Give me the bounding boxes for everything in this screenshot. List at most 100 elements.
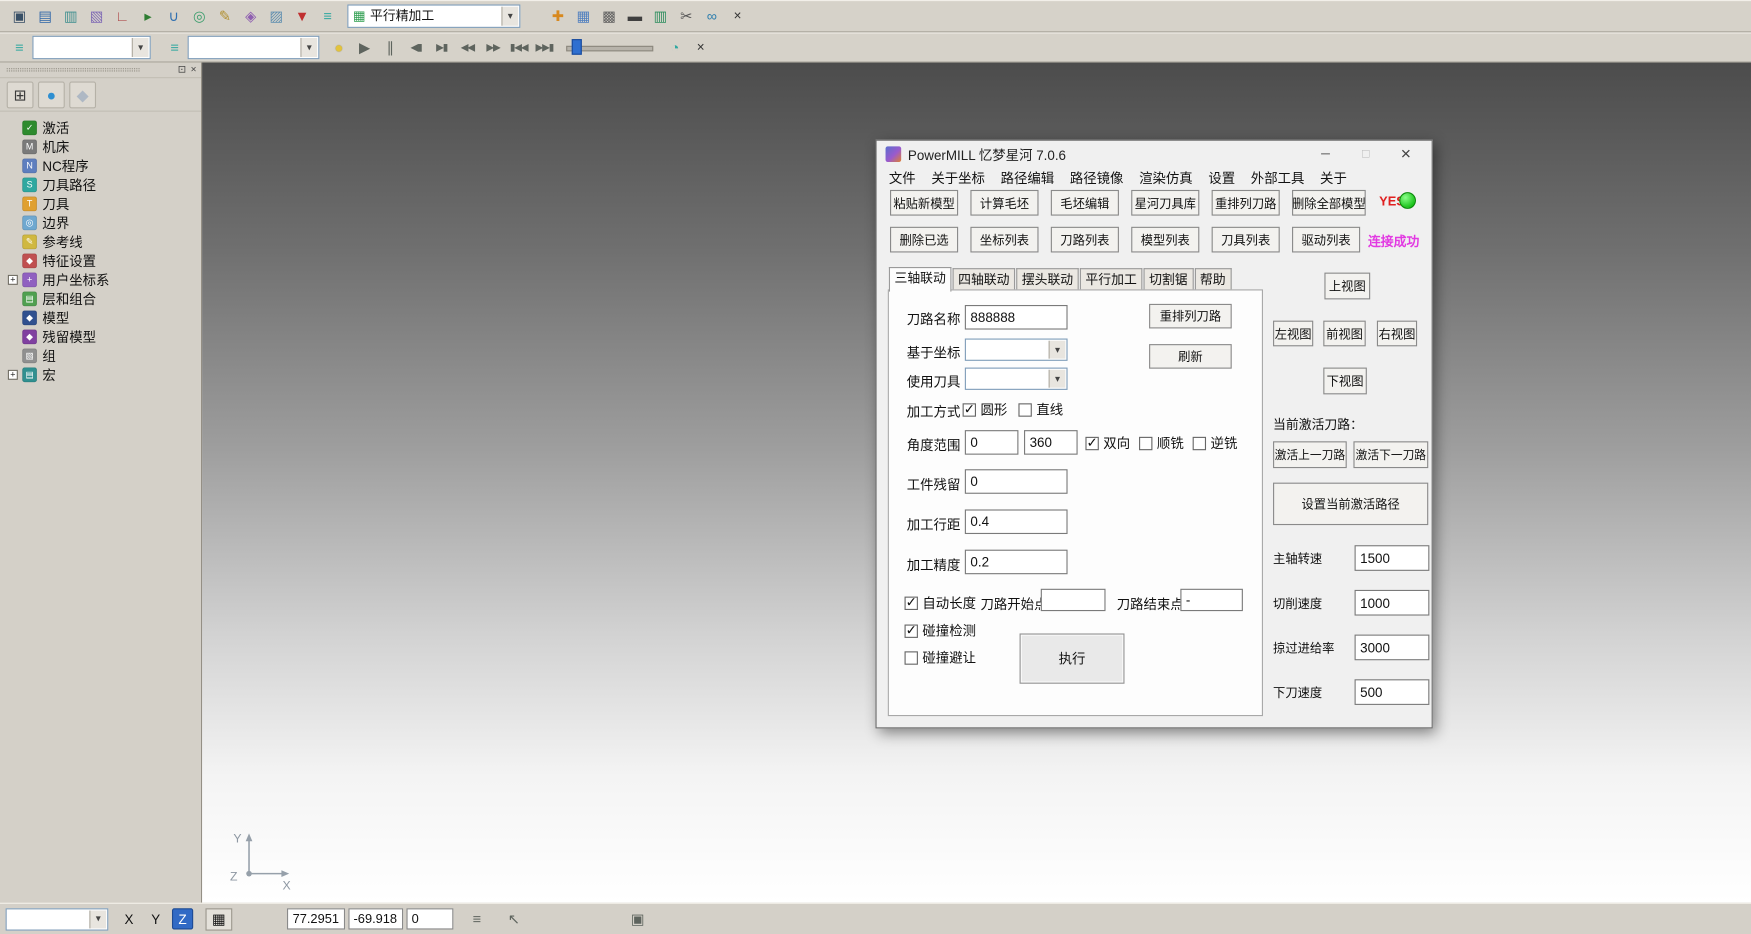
toolpath-icon[interactable]: ▸ [136,4,159,27]
tree-item[interactable]: S 刀具路径 [0,175,201,194]
close-button[interactable]: ✕ [1389,146,1423,162]
collision-check-checkbox[interactable]: 碰撞检测 [905,621,976,640]
toolpath-combo[interactable] [32,35,150,58]
save-icon[interactable]: ▤ [34,4,57,27]
clip-icon[interactable]: ✂ [674,4,697,27]
speed-input[interactable] [1355,590,1430,616]
tree-item[interactable]: ◆ 残留模型 [0,327,201,346]
block-icon[interactable]: ▧ [85,4,108,27]
toolpath-name-input[interactable] [965,305,1068,330]
simulation-icon[interactable]: ▦ [572,4,595,27]
axis-toggle-button[interactable]: X [118,908,139,929]
pages-icon-button[interactable]: ▣ [626,907,649,930]
tree-item[interactable]: ▤ 层和组合 [0,289,201,308]
base-coord-select[interactable] [965,339,1068,361]
pointer-icon-button[interactable]: ↖ [502,907,525,930]
speed-input[interactable] [1355,635,1430,661]
stats-icon[interactable]: ▥ [649,4,672,27]
transform-icon[interactable]: ◈ [239,4,262,27]
play-button[interactable]: ▶ [353,35,376,58]
tab[interactable]: 摆头联动 [1016,268,1079,290]
expand-icon[interactable] [8,370,18,380]
slider-handle[interactable] [572,39,582,55]
status-combo[interactable] [6,908,109,930]
speed-input[interactable] [1355,679,1430,705]
tool-list-icon[interactable]: ≡ [163,35,186,58]
tree-item[interactable]: ◆ 模型 [0,308,201,327]
tree-item[interactable]: ◎ 边界 [0,213,201,232]
curve-icon[interactable]: ∪ [162,4,185,27]
menu-item[interactable]: 路径编辑 [993,168,1062,189]
tree-item[interactable]: N NC程序 [0,156,201,175]
coordinate-field[interactable]: 0 [406,908,453,929]
refresh-button[interactable]: 刷新 [1149,344,1232,369]
reorder-toolpath-button[interactable]: 重排列刀路 [1149,304,1232,329]
tab[interactable]: 三轴联动 [889,267,952,292]
explorer-close-icon[interactable]: × [191,65,197,75]
action-button[interactable]: 毛坯编辑 [1051,190,1119,216]
speed-input[interactable] [1355,545,1430,571]
model-block-icon[interactable]: ▨ [265,4,288,27]
view-front-button[interactable]: 前视图 [1323,321,1365,347]
auto-length-checkbox[interactable]: 自动长度 [905,593,976,612]
start-point-input[interactable] [1041,589,1106,611]
tree-item[interactable]: ✎ 参考线 [0,232,201,251]
action-button[interactable]: 驱动列表 [1292,227,1360,253]
menu-item[interactable]: 渲染仿真 [1131,168,1200,189]
step-button[interactable]: ◀▮ [404,35,427,58]
action-button[interactable]: 坐标列表 [970,227,1038,253]
pause-button[interactable]: ∥ [379,35,402,58]
machining-mode-checkbox[interactable]: 圆形 [963,400,1008,419]
view-top-button[interactable]: 上视图 [1324,273,1370,300]
tree-item[interactable]: ✓ 激活 [0,118,201,137]
menu-item[interactable]: 设置 [1201,168,1243,189]
step-button[interactable]: ▶▮ [430,35,453,58]
step-button[interactable]: ▶▶ [481,35,504,58]
step-button[interactable]: ◀◀ [456,35,479,58]
explorer-float-icon[interactable]: ⊡ [178,65,186,75]
tree-item[interactable]: ◆ 特征设置 [0,251,201,270]
main-toolbar-close-button[interactable]: × [726,4,749,27]
boundary-icon[interactable]: ◎ [188,4,211,27]
tree-item[interactable]: ▧ 组 [0,346,201,365]
action-button[interactable]: 刀路列表 [1051,227,1119,253]
simulation-clock-icon[interactable]: ◔ [663,35,686,58]
menu-item[interactable]: 路径镜像 [1062,168,1131,189]
machining-mode-checkbox[interactable]: 直线 [1018,400,1063,419]
minimize-button[interactable]: ─ [1309,147,1343,160]
shaded-model-icon[interactable]: ◆ [69,81,96,108]
globe-icon[interactable]: ● [38,81,65,108]
list-icon-button[interactable]: ≡ [465,907,488,930]
dialog-titlebar[interactable]: PowerMILL 忆梦星河 7.0.6 ─ □ ✕ [877,141,1432,168]
print-icon[interactable]: ▥ [59,4,82,27]
toolkit-icon[interactable]: ✚ [546,4,569,27]
execute-button[interactable]: 执行 [1020,633,1125,683]
workplane-icon[interactable]: ∟ [111,4,134,27]
action-button[interactable]: 删除全部模型 [1292,190,1366,216]
angle-to-input[interactable] [1024,430,1078,455]
strategy-list-icon[interactable]: ≡ [316,4,339,27]
axis-toggle-button[interactable]: Y [145,908,166,929]
set-active-path-button[interactable]: 设置当前激活路径 [1273,483,1428,525]
toolpath-list-icon[interactable]: ≡ [8,35,31,58]
import-icon[interactable]: ▼ [290,4,313,27]
activate-prev-toolpath-button[interactable]: 激活上一刀路 [1273,441,1347,468]
menu-item[interactable]: 关于坐标 [924,168,993,189]
playback-close-button[interactable]: × [689,35,712,58]
direction-checkbox[interactable]: 顺铣 [1139,433,1184,452]
step-button[interactable]: ▮◀◀ [507,35,530,58]
grid-toggle-button[interactable]: ▦ [205,908,232,930]
action-button[interactable]: 计算毛坯 [970,190,1038,216]
view-bottom-button[interactable]: 下视图 [1323,368,1367,395]
tree-structure-icon[interactable]: ⊞ [7,81,34,108]
tool-combo[interactable] [188,35,320,58]
tab[interactable]: 帮助 [1194,268,1231,290]
coordinate-field[interactable]: -69.918 [348,908,403,929]
tree-item[interactable]: ▤ 宏 [0,365,201,384]
tree-item[interactable]: + 用户坐标系 [0,270,201,289]
maximize-button[interactable]: □ [1349,147,1383,160]
tab[interactable]: 四轴联动 [953,268,1016,290]
collision-avoid-checkbox[interactable]: 碰撞避让 [905,648,976,667]
coordinate-field[interactable]: 77.2951 [287,908,345,929]
expand-icon[interactable] [8,275,18,285]
